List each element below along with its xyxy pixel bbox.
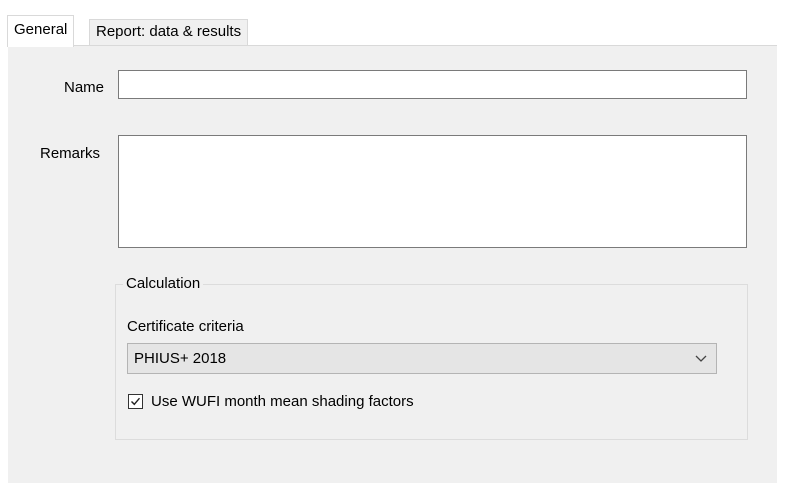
- remarks-textarea[interactable]: [118, 135, 747, 248]
- certificate-criteria-dropdown[interactable]: PHIUS+ 2018: [127, 343, 717, 374]
- shading-factors-checkbox[interactable]: [128, 394, 143, 409]
- general-tab-panel: Name Remarks Calculation Certificate cri…: [8, 45, 777, 483]
- name-label: Name: [64, 79, 105, 96]
- tab-report-data-results[interactable]: Report: data & results: [89, 19, 249, 45]
- certificate-criteria-value: PHIUS+ 2018: [134, 350, 227, 367]
- calculation-groupbox: Calculation Certificate criteria PHIUS+ …: [115, 275, 748, 440]
- remarks-label: Remarks: [40, 145, 101, 162]
- tab-strip: General Report: data & results: [0, 10, 785, 47]
- calculation-group-title: Calculation: [123, 275, 204, 292]
- shading-factors-label: Use WUFI month mean shading factors: [151, 393, 414, 410]
- properties-dialog: General Report: data & results Name Rema…: [0, 0, 785, 483]
- certificate-criteria-label: Certificate criteria: [127, 318, 244, 335]
- checkmark-icon: [131, 397, 141, 406]
- chevron-down-icon: [694, 349, 708, 367]
- name-input[interactable]: [118, 70, 747, 99]
- tab-general[interactable]: General: [7, 15, 75, 47]
